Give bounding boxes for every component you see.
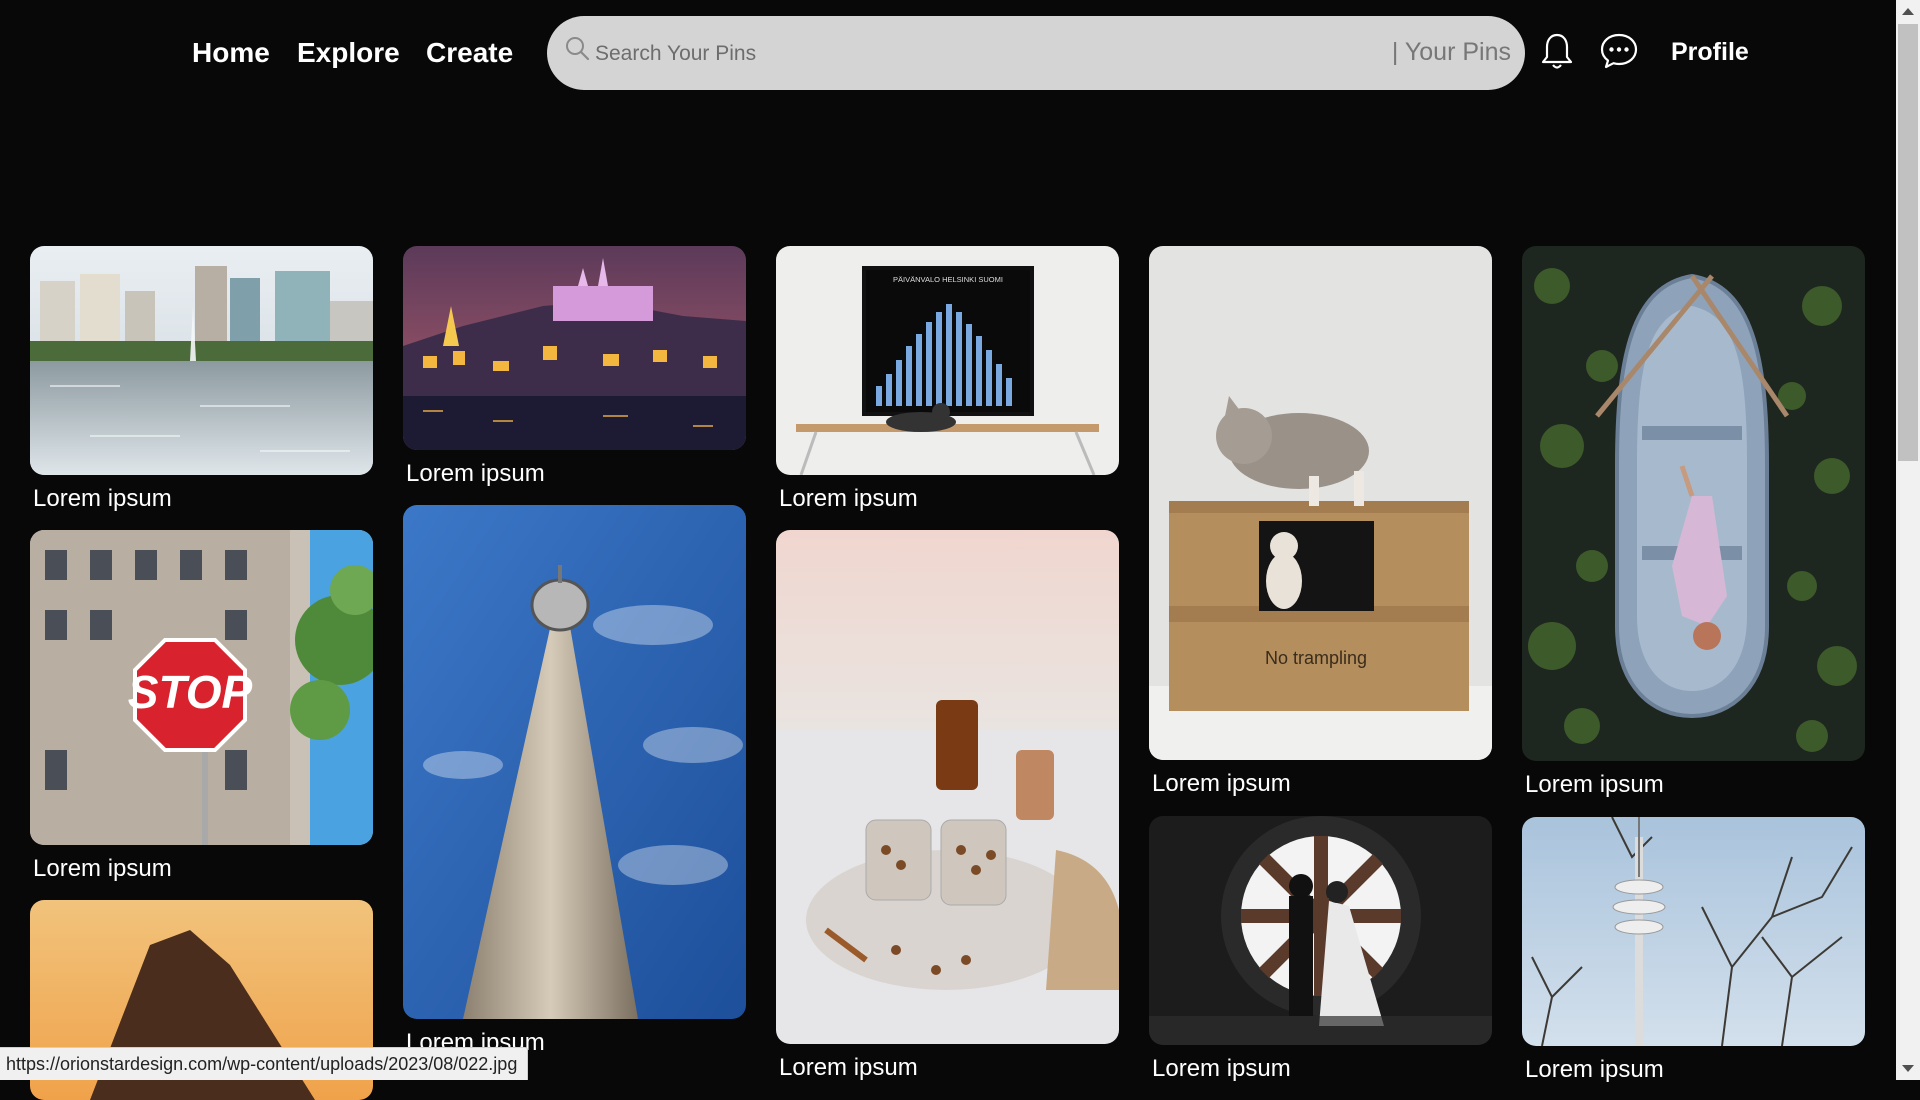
box-text: No trampling: [1265, 648, 1367, 668]
chat-bubble-icon[interactable]: [1600, 32, 1638, 70]
scroll-down-arrow[interactable]: [1902, 1065, 1914, 1072]
nav-create-link[interactable]: Create: [426, 36, 513, 70]
scrollbar-thumb[interactable]: [1898, 24, 1918, 461]
vertical-scrollbar[interactable]: [1896, 0, 1920, 1080]
pin-caption: Lorem ipsum: [33, 855, 172, 882]
pin-image[interactable]: No trampling: [1149, 246, 1492, 760]
status-bar-url: https://orionstardesign.com/wp-content/u…: [0, 1047, 529, 1080]
pin-card[interactable]: Lorem ipsum: [403, 246, 746, 488]
bell-icon[interactable]: [1540, 31, 1574, 71]
search-icon: [566, 37, 590, 61]
search-scope-label[interactable]: | Your Pins: [1392, 36, 1511, 68]
scroll-up-arrow[interactable]: [1902, 8, 1914, 15]
stop-sign-text: STOP: [128, 666, 253, 718]
pin-image[interactable]: PÄIVÄNVALO HELSINKI SUOMI: [776, 246, 1119, 475]
search-bar[interactable]: | Your Pins: [547, 16, 1525, 90]
pin-image[interactable]: [1522, 246, 1865, 761]
pin-card[interactable]: Lorem ipsum: [1149, 816, 1492, 1083]
pin-caption: Lorem ipsum: [33, 485, 172, 512]
pin-card[interactable]: No trampling Lorem ipsum: [1149, 246, 1492, 798]
pin-image[interactable]: [776, 530, 1119, 1044]
pin-card[interactable]: Lorem ipsum: [776, 530, 1119, 1082]
pin-card[interactable]: Lorem ipsum: [30, 246, 373, 513]
pin-card[interactable]: Lorem ipsum: [1522, 817, 1865, 1084]
pin-caption: Lorem ipsum: [1525, 771, 1664, 798]
pin-image[interactable]: [1522, 817, 1865, 1046]
pin-image[interactable]: [1149, 816, 1492, 1045]
pin-card[interactable]: Lorem ipsum: [1522, 246, 1865, 799]
nav-explore-link[interactable]: Explore: [297, 36, 400, 70]
poster-title: PÄIVÄNVALO HELSINKI SUOMI: [893, 275, 1003, 284]
pin-card[interactable]: Lorem ipsum: [403, 505, 746, 1057]
pin-image[interactable]: [403, 246, 746, 450]
pin-card[interactable]: STOP Lorem ipsum: [30, 530, 373, 883]
pin-image[interactable]: [403, 505, 746, 1019]
pin-image[interactable]: STOP: [30, 530, 373, 845]
pin-caption: Lorem ipsum: [779, 1054, 918, 1081]
pin-caption: Lorem ipsum: [1152, 1055, 1291, 1082]
pin-caption: Lorem ipsum: [779, 485, 918, 512]
nav-profile-link[interactable]: Profile: [1671, 38, 1749, 67]
pin-card[interactable]: PÄIVÄNVALO HELSINKI SUOMI Lorem ipsum: [776, 246, 1119, 513]
pin-image[interactable]: [30, 246, 373, 475]
pin-caption: Lorem ipsum: [1152, 770, 1291, 797]
pin-caption: Lorem ipsum: [406, 460, 545, 487]
search-input[interactable]: [593, 34, 1397, 74]
nav-home-link[interactable]: Home: [192, 36, 270, 70]
